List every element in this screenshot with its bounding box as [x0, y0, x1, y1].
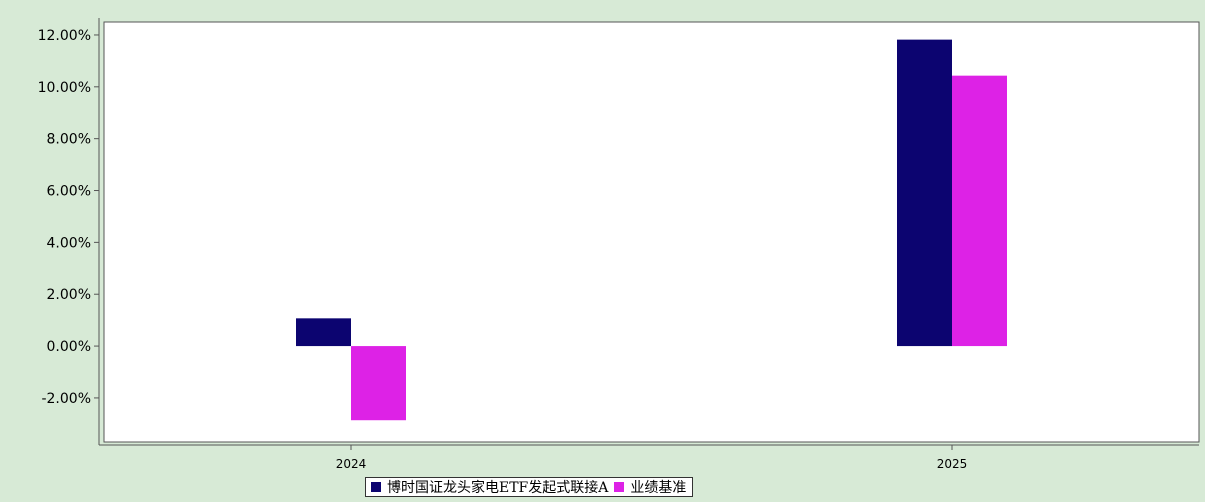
bar-chart: -2.00% 0.00% 2.00% 4.00% 6.00% 8.00% 10.00% 12.… [38, 18, 1200, 471]
x-tick-label: 2025 [937, 457, 968, 471]
y-tick-label: 8.00% [47, 132, 91, 148]
y-tick-label: 12.00% [38, 28, 91, 44]
bar-2025-series-1 [952, 75, 1007, 347]
plot-area [103, 21, 1200, 443]
y-axis-ticks: -2.00% 0.00% 2.00% 4.00% 6.00% 8.00% 10.00% 12.… [38, 28, 99, 407]
bar-2024-series-1 [351, 346, 406, 421]
y-tick-label: 10.00% [38, 80, 91, 96]
legend-swatch-benchmark [614, 482, 625, 492]
y-tick-label: 6.00% [47, 184, 91, 200]
y-tick-label: -2.00% [41, 391, 91, 407]
x-axis-ticks: 2024 2025 [336, 445, 968, 471]
chart-root: -2.00% 0.00% 2.00% 4.00% 6.00% 8.00% 10.00% 12.… [0, 0, 1205, 498]
x-tick-label: 2024 [336, 457, 367, 471]
y-tick-label: 0.00% [47, 339, 91, 355]
y-tick-label: 4.00% [47, 235, 91, 251]
legend-label-fund: 博时国证龙头家电ETF发起式联接A [387, 480, 609, 496]
legend: 博时国证龙头家电ETF发起式联接A 业绩基准 [365, 477, 694, 497]
y-tick-label: 2.00% [47, 287, 91, 303]
legend-item-fund: 博时国证龙头家电ETF发起式联接A [371, 477, 608, 497]
legend-swatch-fund [371, 482, 381, 492]
bar-2025-series-0 [897, 39, 952, 347]
legend-label-benchmark: 业绩基准 [630, 480, 687, 496]
bar-2024-series-0 [296, 318, 351, 347]
legend-item-benchmark: 业绩基准 [614, 477, 686, 497]
